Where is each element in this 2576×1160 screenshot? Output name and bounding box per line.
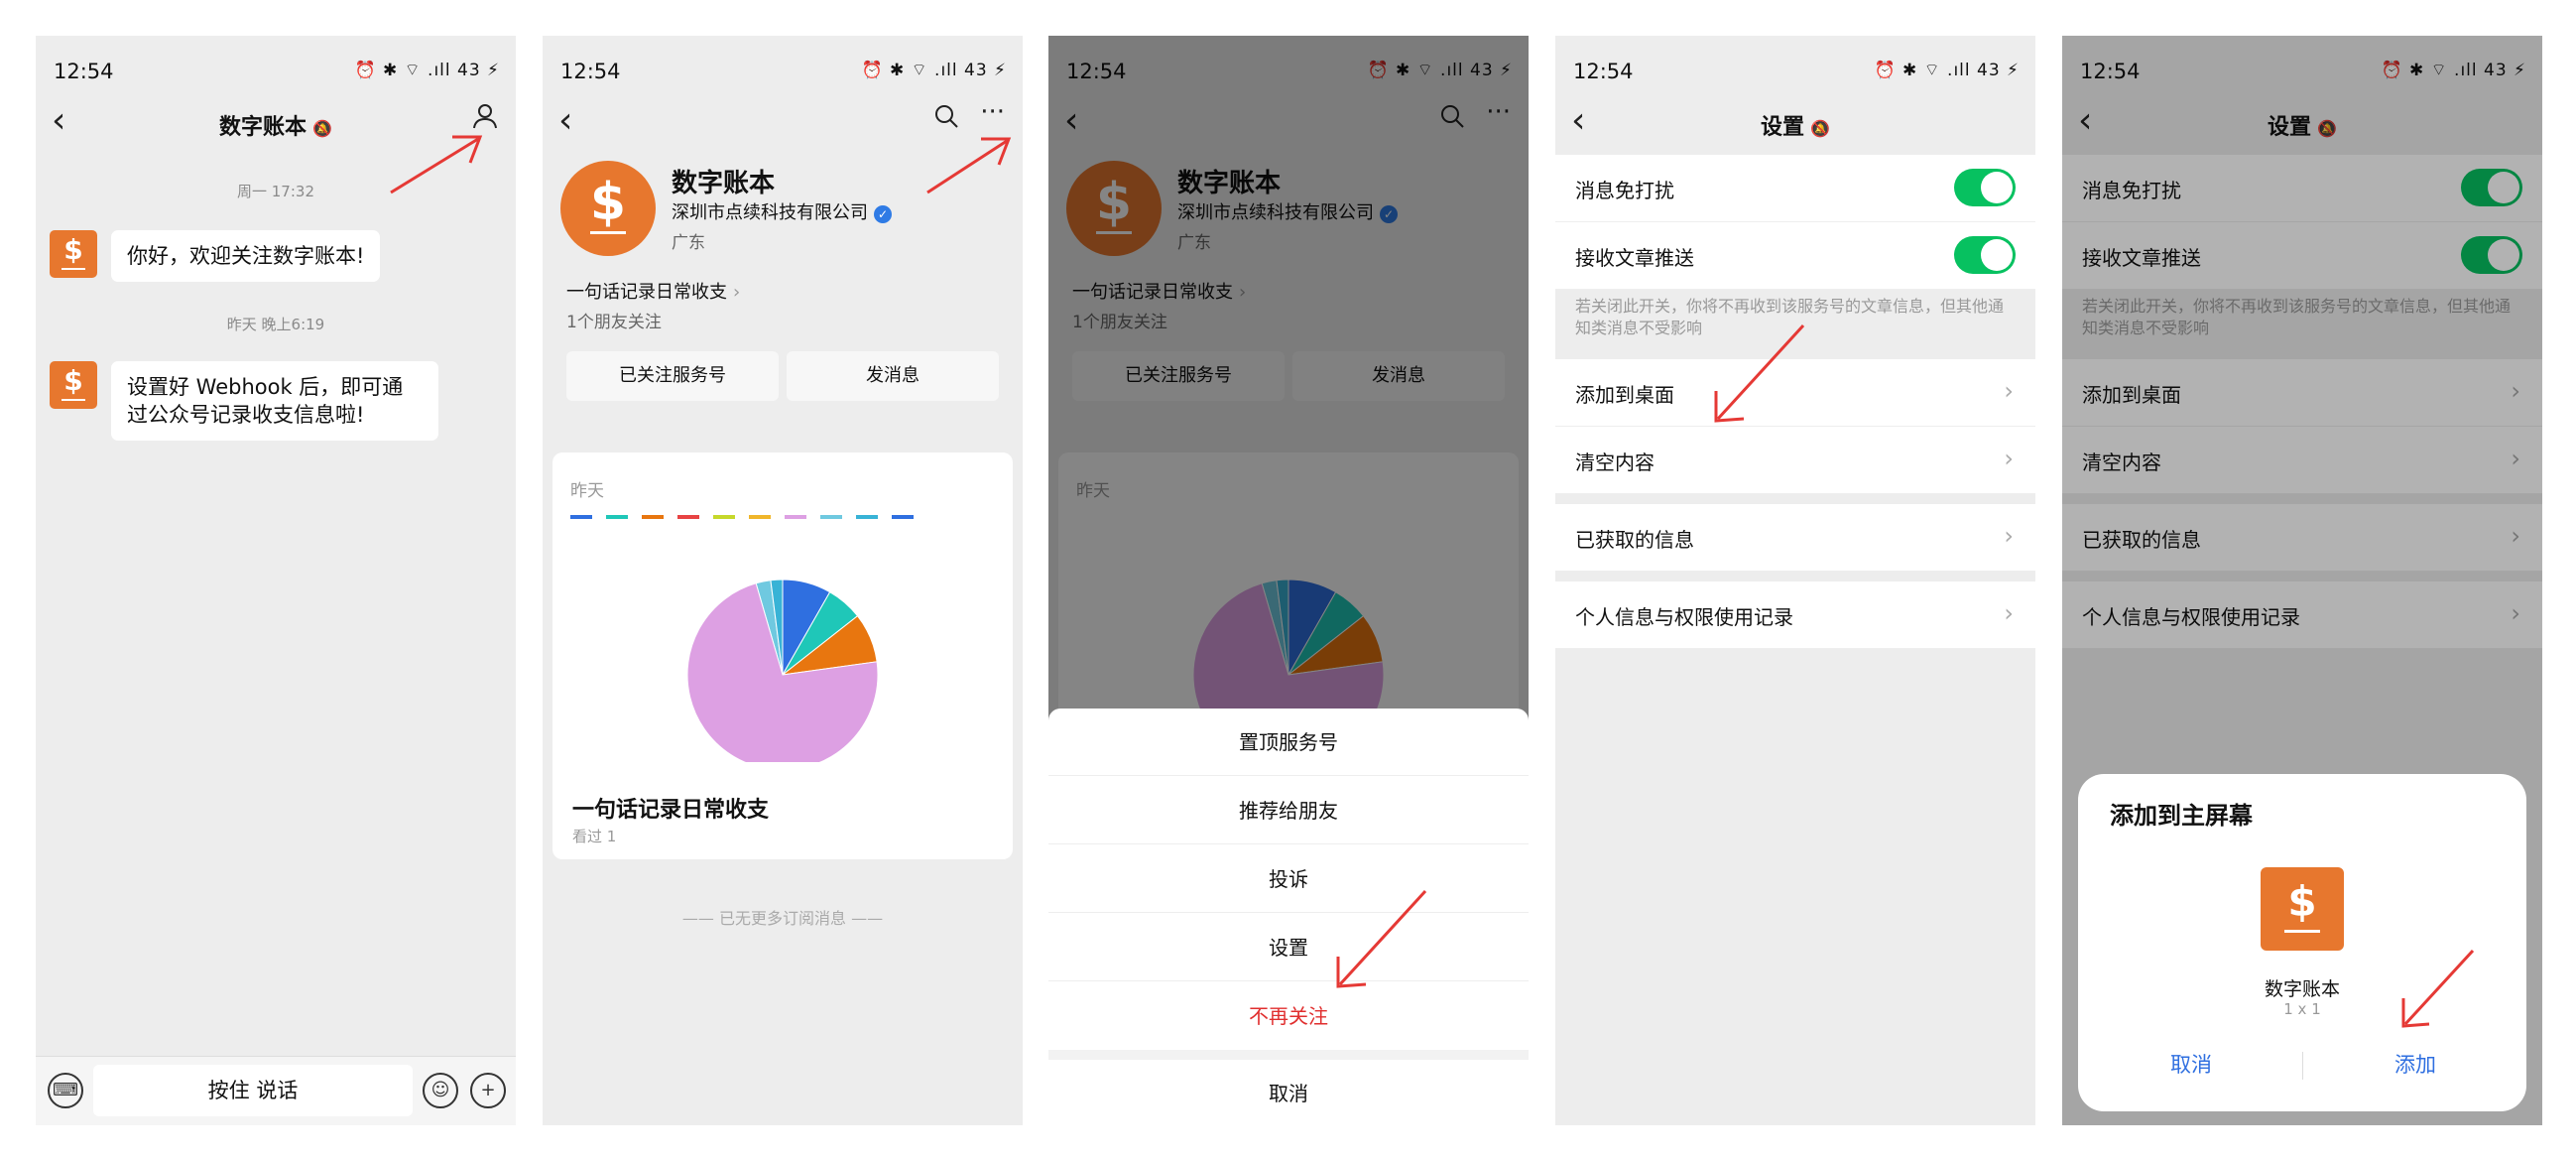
avatar[interactable]: $ [50, 230, 97, 278]
setting-row-add-desktop[interactable]: 添加到桌面 › [1555, 359, 2035, 427]
status-bar: 12:54 ⏰ ✱ ⌔ .ıll 43 ⚡ [36, 36, 516, 87]
sheet-item-recommend[interactable]: 推荐给朋友 [1048, 777, 1529, 844]
company-text: 深圳市点续科技有限公司 [672, 202, 868, 223]
status-bar: 12:54 ⏰ ✱ ⌔ .ıll 43 ⚡ [543, 36, 1023, 87]
receive-articles-toggle[interactable] [1954, 236, 2016, 274]
input-bar: ⌨ 按住 说话 ☺ + [36, 1056, 516, 1125]
status-icons: ⏰ ✱ ⌔ .ıll 43 ⚡ [861, 61, 1007, 80]
article-card[interactable]: 昨天 一句话记录日常收支 看过 1 [552, 452, 1013, 859]
nav-bar: ‹ 设置 🔕 [1555, 87, 2035, 157]
screen-settings: 12:54 ⏰ ✱ ⌔ .ıll 43 ⚡ ‹ 设置 🔕 消息免打扰 接收文章推送… [1555, 36, 2035, 1125]
setting-label: 消息免打扰 [1575, 179, 1674, 202]
sheet-item-unfollow[interactable]: 不再关注 [1048, 982, 1529, 1050]
account-description[interactable]: 一句话记录日常收支 › [566, 278, 740, 304]
chevron-right-icon: › [733, 282, 741, 303]
status-bar: 12:54 ⏰ ✱ ⌔ .ıll 43 ⚡ [1555, 36, 2035, 87]
followed-button[interactable]: 已关注服务号 [566, 351, 779, 401]
article-title: 一句话记录日常收支 [572, 798, 770, 823]
sheet-item-settings[interactable]: 设置 [1048, 914, 1529, 981]
chart-clip [552, 762, 1013, 780]
chevron-right-icon: › [2004, 445, 2014, 472]
account-region: 广东 [672, 233, 705, 253]
setting-row-privacy-records[interactable]: 个人信息与权限使用记录 › [1555, 581, 2035, 649]
mute-icon: 🔕 [1810, 119, 1830, 138]
screen-chat: 12:54 ⏰ ✱ ⌔ .ıll 43 ⚡ ‹ 数字账本 🔕 周一 17:32 $… [36, 36, 516, 1125]
app-name: 数字账本 [2264, 978, 2340, 1000]
setting-label: 接收文章推送 [1575, 246, 1694, 270]
app-icon: $ [2261, 867, 2344, 951]
cancel-button[interactable]: 取消 [2082, 1040, 2300, 1090]
dnd-toggle[interactable] [1954, 169, 2016, 206]
emoji-icon[interactable]: ☺ [423, 1073, 458, 1108]
page-title-text: 设置 [1761, 115, 1805, 140]
status-time: 12:54 [54, 60, 114, 83]
message-bubble[interactable]: 你好，欢迎关注数字账本! [111, 230, 381, 282]
add-button[interactable]: 添加 [2306, 1040, 2524, 1090]
status-time: 12:54 [560, 60, 621, 83]
plus-icon[interactable]: + [470, 1073, 506, 1108]
message-bubble[interactable]: 设置好 Webhook 后，即可通过公众号记录收支信息啦! [111, 361, 438, 441]
action-sheet: 置顶服务号 推荐给朋友 投诉 设置 不再关注 取消 [1048, 709, 1529, 1125]
nav-bar: ‹ 数字账本 🔕 [36, 87, 516, 157]
chevron-right-icon: › [2004, 377, 2014, 405]
screen-action-sheet: 12:54 ⏰ ✱ ⌔ .ıll 43 ⚡ ‹ ··· $ 数字账本 深圳市点续… [1048, 36, 1529, 1125]
timestamp: 昨天 晚上6:19 [226, 316, 325, 333]
setting-row-obtained-info[interactable]: 已获取的信息 › [1555, 504, 2035, 572]
sheet-item-pin[interactable]: 置顶服务号 [1048, 709, 1529, 776]
timestamp: 周一 17:32 [237, 183, 314, 200]
setting-hint: 若关闭此开关，你将不再收到该服务号的文章信息，但其他通知类消息不受影响 [1575, 297, 2005, 337]
avatar[interactable]: $ [50, 361, 97, 409]
no-more-messages: —— 已无更多订阅消息 —— [681, 909, 884, 928]
page-title: 设置 🔕 [1555, 109, 2035, 141]
dialog-title: 添加到主屏幕 [2110, 802, 2253, 830]
setting-row-clear[interactable]: 清空内容 › [1555, 427, 2035, 494]
page-title: 数字账本 🔕 [36, 109, 516, 141]
account-name: 数字账本 [672, 169, 776, 198]
setting-row-receive-articles: 接收文章推送 [1555, 222, 2035, 290]
status-icons: ⏰ ✱ ⌔ .ıll 43 ⚡ [354, 61, 500, 80]
article-views: 看过 1 [572, 828, 617, 845]
sheet-separator [1048, 1050, 1529, 1060]
nav-bar: ‹ ··· [543, 87, 1023, 157]
sheet-item-complain[interactable]: 投诉 [1048, 845, 1529, 913]
divider [2302, 1052, 2303, 1080]
account-avatar[interactable]: $ [560, 161, 656, 256]
screen-account-profile: 12:54 ⏰ ✱ ⌔ .ıll 43 ⚡ ‹ ··· $ 数字账本 深圳市点续… [543, 36, 1023, 1125]
hold-to-talk-button[interactable]: 按住 说话 [93, 1065, 413, 1116]
pie-chart [552, 579, 1013, 780]
add-home-dialog: 添加到主屏幕 $ 数字账本 1 x 1 取消 添加 [2078, 774, 2526, 1111]
account-company: 深圳市点续科技有限公司 ✓ [672, 198, 892, 224]
setting-label: 个人信息与权限使用记录 [1575, 605, 1793, 629]
chevron-right-icon: › [2004, 522, 2014, 550]
mute-icon: 🔕 [312, 119, 332, 138]
status-time: 12:54 [1573, 60, 1634, 83]
setting-row-dnd: 消息免打扰 [1555, 155, 2035, 222]
send-message-button[interactable]: 发消息 [787, 351, 999, 401]
chevron-right-icon: › [2004, 599, 2014, 627]
setting-label: 清空内容 [1575, 451, 1655, 474]
back-icon[interactable]: ‹ [558, 99, 572, 143]
description-text: 一句话记录日常收支 [566, 282, 727, 303]
screen-add-home: 12:54 ⏰ ✱ ⌔ .ıll 43 ⚡ ‹ 设置 🔕 消息免打扰 接收文章推送… [2062, 36, 2542, 1125]
profile-icon[interactable] [472, 103, 498, 136]
sheet-cancel-button[interactable]: 取消 [1048, 1060, 1529, 1125]
setting-label: 添加到桌面 [1575, 383, 1674, 407]
keyboard-icon[interactable]: ⌨ [48, 1073, 83, 1108]
widget-size: 1 x 1 [2283, 1000, 2321, 1018]
search-icon[interactable] [933, 103, 959, 136]
verified-icon: ✓ [874, 205, 892, 223]
setting-label: 已获取的信息 [1575, 528, 1694, 552]
friends-following: 1个朋友关注 [566, 313, 662, 332]
page-title-text: 数字账本 [219, 115, 307, 140]
status-icons: ⏰ ✱ ⌔ .ıll 43 ⚡ [1874, 61, 2020, 80]
more-icon[interactable]: ··· [980, 97, 1005, 127]
